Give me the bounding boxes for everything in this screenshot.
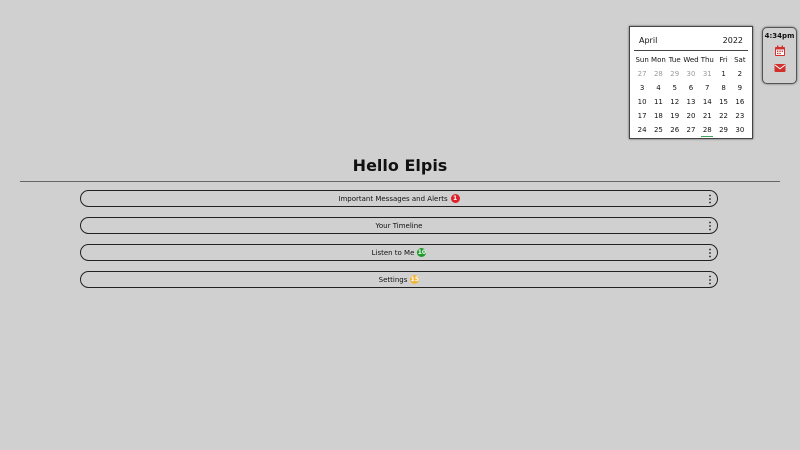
weekday-header: Mon: [651, 56, 666, 64]
calendar-day[interactable]: 14: [699, 95, 715, 109]
calendar-icon[interactable]: [774, 45, 786, 57]
calendar-day[interactable]: 24: [634, 123, 650, 137]
calendar-year: 2022: [722, 35, 743, 45]
calendar-day[interactable]: 27: [683, 123, 699, 137]
calendar-day[interactable]: 12: [667, 95, 683, 109]
calendar-day[interactable]: 16: [732, 95, 748, 109]
weekday-header: Thu: [700, 56, 714, 64]
envelope-icon[interactable]: [774, 62, 786, 74]
more-options-icon[interactable]: [708, 275, 712, 285]
calendar-day[interactable]: 11: [650, 95, 666, 109]
calendar-day-today[interactable]: 28: [699, 123, 715, 137]
menu-item-label: Listen to Me: [371, 248, 415, 257]
calendar-day[interactable]: 25: [650, 123, 666, 137]
more-options-icon[interactable]: [708, 248, 712, 258]
calendar-day[interactable]: 31: [699, 67, 715, 81]
menu-item-your-timeline[interactable]: Your Timeline: [80, 217, 718, 234]
settings-count-badge: 15: [410, 275, 420, 284]
weekday-header: Tue: [668, 56, 681, 64]
calendar-day[interactable]: 2: [732, 67, 748, 81]
calendar-day[interactable]: 19: [667, 109, 683, 123]
calendar-widget: April 2022 Sun Mon Tue Wed Thu Fri Sat 27 28 29 30…: [629, 26, 753, 139]
menu-item-label: Your Timeline: [375, 221, 423, 230]
calendar-day[interactable]: 17: [634, 109, 650, 123]
weekday-header: Sun: [635, 56, 649, 64]
calendar-day[interactable]: 22: [715, 109, 731, 123]
calendar-divider: [634, 50, 748, 51]
calendar-day[interactable]: 5: [667, 81, 683, 95]
calendar-day[interactable]: 9: [732, 81, 748, 95]
calendar-day[interactable]: 18: [650, 109, 666, 123]
menu-item-settings[interactable]: Settings 15: [80, 271, 718, 288]
calendar-day[interactable]: 3: [634, 81, 650, 95]
calendar-day[interactable]: 29: [715, 123, 731, 137]
calendar-day[interactable]: 28: [650, 67, 666, 81]
calendar-grid: Sun Mon Tue Wed Thu Fri Sat 27 28 29 30 31 1 2 3 4 5 6 7 8 9…: [634, 53, 748, 137]
calendar-day[interactable]: 21: [699, 109, 715, 123]
calendar-day[interactable]: 15: [715, 95, 731, 109]
more-options-icon[interactable]: [708, 194, 712, 204]
listen-count-badge: 10: [417, 248, 427, 257]
menu-item-important-messages[interactable]: Important Messages and Alerts 1: [80, 190, 718, 207]
page-title: Hello Elpis: [352, 156, 448, 175]
weekday-header: Wed: [683, 56, 699, 64]
weekday-header: Fri: [719, 56, 728, 64]
quick-access-panel: 4:34pm: [762, 27, 797, 84]
calendar-header: April 2022: [634, 30, 748, 50]
calendar-day[interactable]: 13: [683, 95, 699, 109]
calendar-day[interactable]: 23: [732, 109, 748, 123]
calendar-day[interactable]: 1: [715, 67, 731, 81]
calendar-day[interactable]: 6: [683, 81, 699, 95]
calendar-day[interactable]: 7: [699, 81, 715, 95]
calendar-day[interactable]: 30: [732, 123, 748, 137]
alert-count-badge: 1: [450, 194, 460, 203]
calendar-day[interactable]: 29: [667, 67, 683, 81]
calendar-month: April: [639, 35, 658, 45]
title-divider: [20, 181, 780, 182]
weekday-header: Sat: [734, 56, 746, 64]
calendar-day[interactable]: 30: [683, 67, 699, 81]
clock-time: 4:34pm: [764, 32, 795, 40]
calendar-day[interactable]: 20: [683, 109, 699, 123]
calendar-day[interactable]: 26: [667, 123, 683, 137]
more-options-icon[interactable]: [708, 221, 712, 231]
calendar-day[interactable]: 27: [634, 67, 650, 81]
calendar-day[interactable]: 4: [650, 81, 666, 95]
menu-item-label: Important Messages and Alerts: [338, 194, 448, 203]
calendar-day[interactable]: 8: [715, 81, 731, 95]
menu-item-listen-to-me[interactable]: Listen to Me 10: [80, 244, 718, 261]
menu-item-label: Settings: [378, 275, 408, 284]
calendar-day[interactable]: 10: [634, 95, 650, 109]
